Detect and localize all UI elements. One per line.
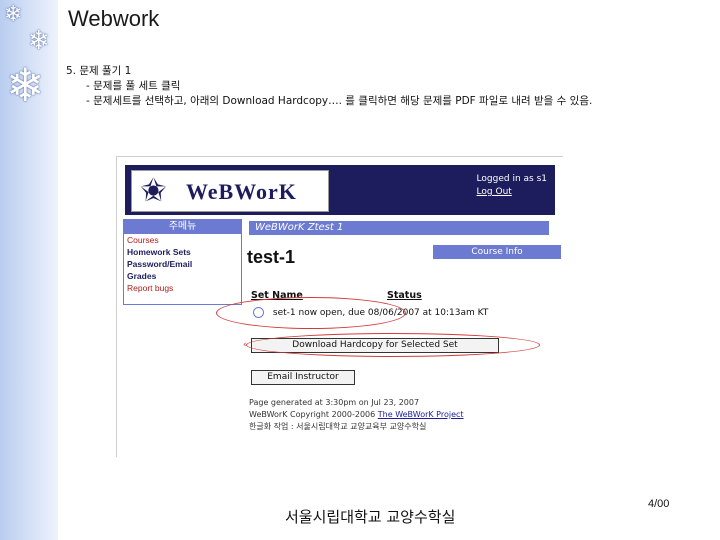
menu-header: 주메뉴 (124, 220, 241, 234)
pointer-arrow-icon: ‹ (243, 340, 247, 350)
menu-item-grades[interactable]: Grades (124, 270, 241, 282)
bullet-main: 5. 문제 풀기 1 (66, 65, 132, 77)
login-info: Logged in as s1 Log Out (477, 173, 547, 199)
localization-credit: 한글화 작업 : 서울시립대학교 교양교육부 교양수학실 (249, 422, 427, 431)
page-number: 4/00 (648, 498, 670, 510)
menu-item-report-bugs[interactable]: Report bugs (124, 282, 241, 294)
menu-item-courses[interactable]: Courses (124, 234, 241, 246)
highlight-ellipse-download (246, 333, 540, 357)
logged-in-text: Logged in as s1 (476, 174, 547, 184)
bullet-sub-2: - 문제세트를 선택하고, 아래의 Download Hardcopy…. 를 … (86, 95, 593, 107)
webwork-banner: ✬ WeBWorK Logged in as s1 Log Out (125, 165, 555, 215)
snowflake-icon: ❄ (28, 26, 50, 56)
breadcrumb: WeBWorK Ztest 1 (249, 221, 549, 235)
slide-footer-caption: 서울시립대학교 교양수학실 (285, 508, 456, 526)
slide-title: Webwork (68, 6, 160, 31)
copyright-line: WeBWorK Copyright 2000-2006 The WeBWorK … (249, 409, 464, 421)
email-instructor-button[interactable]: Email Instructor (251, 370, 355, 385)
column-header-status[interactable]: Status (387, 290, 422, 301)
logo-text: WeBWorK (186, 179, 297, 204)
page-footer: Page generated at 3:30pm on Jul 23, 2007… (249, 397, 464, 433)
snowflake-icon: ❄ (4, 2, 23, 27)
webwork-project-link[interactable]: The WeBWorK Project (378, 410, 464, 419)
menu-item-homework-sets[interactable]: Homework Sets (124, 246, 241, 258)
copyright-text: WeBWorK Copyright 2000-2006 (249, 410, 376, 419)
generated-time: Page generated at 3:30pm on Jul 23, 2007 (249, 398, 420, 407)
main-menu: 주메뉴 Courses Homework Sets Password/Email… (123, 219, 242, 305)
bullet-sub-1: - 문제를 풀 세트 클릭 (86, 80, 181, 92)
snowflake-icon: ❄ (6, 58, 45, 112)
highlight-ellipse-set (216, 297, 406, 329)
menu-item-password-email[interactable]: Password/Email (124, 258, 241, 270)
course-info-header: Course Info (433, 245, 561, 259)
logout-link[interactable]: Log Out (477, 186, 547, 199)
course-title: test-1 (247, 247, 296, 267)
star-icon: ✬ (140, 171, 167, 209)
webwork-logo: ✬ WeBWorK (131, 170, 329, 212)
instruction-bullets: 5. 문제 풀기 1 - 문제를 풀 세트 클릭 - 문제세트를 선택하고, 아… (66, 64, 592, 109)
